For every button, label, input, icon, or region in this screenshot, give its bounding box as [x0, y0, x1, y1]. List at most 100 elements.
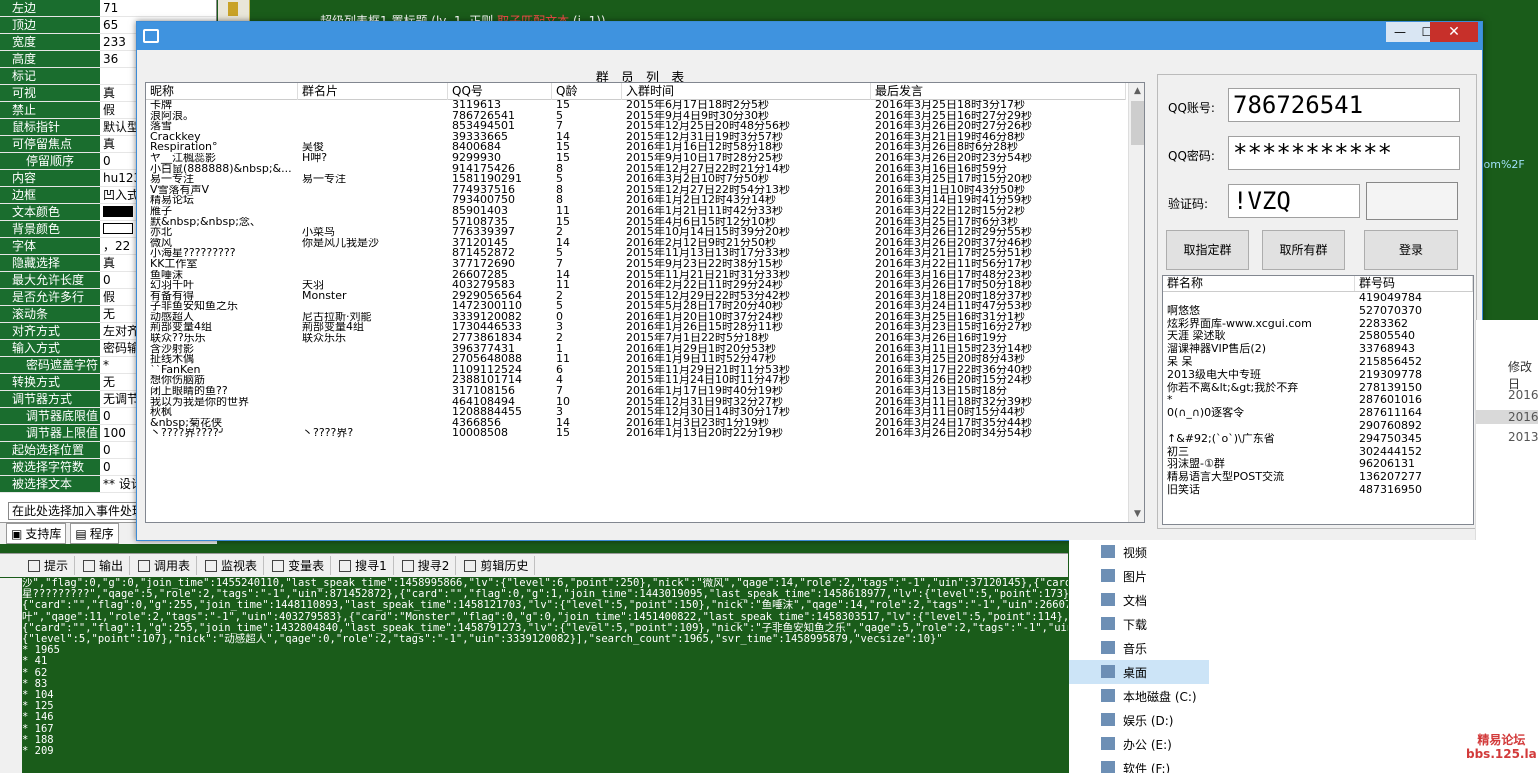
table-row[interactable]: 我以为我是你的世界 464108494 10 2015年12月31日9时32分27秒 2… — [146, 397, 1126, 408]
bottom-tab[interactable]: 剪辑历史 — [458, 556, 536, 575]
explorer-item[interactable]: 音乐 — [1069, 636, 1209, 660]
bottom-tab[interactable]: 调用表 — [132, 556, 198, 575]
explorer-item[interactable]: 图片 — [1069, 564, 1209, 588]
table-row[interactable]: 动感超人 尼古拉斯·刘能 3339120082 0 2016年1月20日10时37分24… — [146, 312, 1126, 323]
list-item[interactable]: 0(∩_∩)0逐客令 287611164 — [1163, 407, 1473, 420]
table-row[interactable]: ヤ__江楓蕊影 Η呷? 9299930 15 2015年9月10日17时28分25秒 20… — [146, 153, 1126, 164]
table-row[interactable]: 卡牌 3119613 15 2015年6月17日18时2分5秒 2016年3月25日18… — [146, 100, 1126, 111]
output-panel[interactable]: 沙","flag":0,"g":0,"join_time":1455240110… — [22, 578, 1068, 773]
table-row[interactable]: 精易论坛 793400750 8 2016年1月2日12时43分14秒 2016年3月1… — [146, 195, 1126, 206]
list-item[interactable]: * 287601016 — [1163, 394, 1473, 407]
table-row[interactable]: ``FanKen 1109112524 6 2015年11月29日21时11分53秒 2… — [146, 365, 1126, 376]
property-row[interactable]: 左边 71 — [0, 0, 216, 17]
modified-date-header[interactable]: 修改日 — [1508, 358, 1538, 392]
list-item[interactable]: 2013级电大中专班 219309778 — [1163, 368, 1473, 382]
bottom-tab[interactable]: 提示 — [22, 556, 76, 575]
column-header[interactable]: Q龄 — [552, 83, 622, 100]
login-button[interactable]: 登录 — [1364, 230, 1458, 270]
table-row[interactable]: 易一专注 易一专注 1581190291 5 2016年3月2日10时7分50秒 2016… — [146, 174, 1126, 185]
verify-code-image[interactable] — [1366, 182, 1458, 220]
column-header[interactable]: QQ号 — [448, 83, 552, 100]
qq-password-input[interactable]: *********** — [1228, 136, 1460, 170]
tab-program[interactable]: ▤ 程序 — [70, 523, 119, 544]
table-row[interactable]: 子非鱼安知鱼之乐 1472300110 5 2015年5月28日17时20分40秒 20… — [146, 301, 1126, 312]
explorer-item[interactable]: 文档 — [1069, 588, 1209, 612]
explorer-item-label: 桌面 — [1123, 665, 1148, 680]
list-item[interactable]: 羽沫盟-①群 96206131 — [1163, 458, 1473, 471]
list-item[interactable]: 溜课神器VIP售后(2) 33768943 — [1163, 343, 1473, 356]
table-row[interactable]: 含沙射影 396377431 1 2016年1月29日1时20分53秒 2016年3月1… — [146, 344, 1126, 355]
explorer-item[interactable]: 本地磁盘 (C:) — [1069, 684, 1209, 708]
list-item[interactable]: 啊悠悠 527070370 — [1163, 304, 1473, 318]
table-row[interactable]: 闭上眼睛的鱼?? 317108156 7 2016年1月17日19时40分19秒 201… — [146, 386, 1126, 397]
table-row[interactable]: 联众??乐乐 联众乐乐 2773861834 2 2015年7月1日22时5分18秒 20… — [146, 333, 1126, 344]
table-row[interactable]: Crackkey 39333665 14 2015年12月31日19时3分57秒 201… — [146, 132, 1126, 143]
group-list[interactable]: 群名称 群号码 419049784 啊悠悠 527070370 炫彩界面库-www.x… — [1162, 275, 1474, 525]
table-row[interactable]: &nbsp;菊花侠 4366856 14 2016年1月3日23时1分19秒 2016年… — [146, 418, 1126, 429]
table-row[interactable]: 荊部变量4组 荊部变量4组 1730446533 3 2016年1月26日15时28分1… — [146, 322, 1126, 333]
scroll-thumb[interactable] — [1131, 101, 1144, 145]
table-row[interactable]: 默&nbsp;&nbsp;念、 57108735 15 2015年4月6日15时12分… — [146, 217, 1126, 228]
tab-support-library[interactable]: ▣ 支持库 — [6, 523, 67, 544]
qq-account-input[interactable]: 786726541 — [1228, 88, 1460, 122]
table-row[interactable]: 微风 你是风儿我是沙 37120145 14 2016年2月12日9时21分50秒 201… — [146, 238, 1126, 249]
table-row[interactable]: 幻羽千叶 天羽 403279583 11 2016年2月22日11时29分24秒 2016… — [146, 280, 1126, 291]
bottom-tab[interactable]: 搜寻2 — [396, 556, 457, 575]
bottom-tab[interactable]: 搜寻1 — [333, 556, 394, 575]
color-swatch — [103, 206, 133, 217]
list-item[interactable]: 呆 呆 215856452 — [1163, 356, 1473, 369]
member-list-scrollbar[interactable]: ▲ ▼ — [1128, 83, 1144, 522]
scroll-down-icon[interactable]: ▼ — [1129, 506, 1144, 522]
table-row[interactable]: 亦北 小菜鸟 776339397 2 2015年10月14日15时39分20秒 2016年… — [146, 227, 1126, 238]
explorer-item[interactable]: 办公 (E:) — [1069, 732, 1209, 756]
table-row[interactable]: 有备有得 Monster 2929056564 2 2015年12月29日22时53分4… — [146, 291, 1126, 302]
list-item[interactable]: 初三 302444152 — [1163, 445, 1473, 459]
bottom-tab[interactable]: 监视表 — [199, 556, 265, 575]
list-item[interactable]: 炫彩界面库-www.xcgui.com 2283362 — [1163, 317, 1473, 331]
title-bar[interactable]: — ☐ ✕ — [137, 22, 1482, 50]
table-row[interactable]: 鱼唾沫 26607285 14 2015年11月21日21时31分33秒 2016年3月… — [146, 270, 1126, 281]
scroll-up-icon[interactable]: ▲ — [1129, 83, 1144, 100]
list-item[interactable]: 天涯 梁述耿 25805540 — [1163, 330, 1473, 343]
get-all-groups-button[interactable]: 取所有群 — [1262, 230, 1345, 270]
table-row[interactable]: V雪落有声V 774937516 8 2015年12月27日22时54分13秒 2016… — [146, 185, 1126, 196]
column-header[interactable]: 昵称 — [146, 83, 298, 100]
group-number-header[interactable]: 群号码 — [1355, 276, 1473, 291]
property-value[interactable]: 71 — [100, 0, 216, 16]
table-row[interactable]: KK工作室 377172690 7 2015年9月23日22时38分15秒 2016年3… — [146, 259, 1126, 270]
explorer-item[interactable]: 视频 — [1069, 540, 1209, 564]
minimize-button[interactable]: — — [1386, 22, 1414, 42]
bottom-tab[interactable]: 输出 — [77, 556, 131, 575]
column-header[interactable]: 最后发言 — [871, 83, 1126, 100]
explorer-item[interactable]: 桌面 — [1069, 660, 1209, 684]
table-row[interactable]: 秋枫 1208884455 3 2015年12月30日14时30分17秒 2016年3月… — [146, 407, 1126, 418]
explorer-item[interactable]: 娱乐 (D:) — [1069, 708, 1209, 732]
get-selected-group-button[interactable]: 取指定群 — [1166, 230, 1249, 270]
table-row[interactable]: 丶????界????╯ 丶????界? 10008508 15 2016年1月13日20… — [146, 428, 1126, 439]
close-button[interactable]: ✕ — [1430, 22, 1478, 42]
list-item[interactable]: 精易语言大型POST交流 136207277 — [1163, 471, 1473, 484]
table-cell: 0 — [556, 311, 563, 323]
list-item[interactable]: ↑&#92;(`o`)\广东省 294750345 — [1163, 432, 1473, 446]
list-item[interactable]: 290760892 — [1163, 420, 1473, 433]
table-row[interactable]: 小白鼠(888888)&nbsp;&... 914175426 8 2015年12月2… — [146, 164, 1126, 175]
verify-code-input[interactable]: !VZQ — [1228, 184, 1360, 218]
list-item[interactable]: 419049784 — [1163, 292, 1473, 305]
table-row[interactable]: 落雪 853494501 7 2015年12月25日20时48分56秒 2016年3月2… — [146, 121, 1126, 132]
column-header[interactable]: 群名片 — [298, 83, 448, 100]
group-name-header[interactable]: 群名称 — [1163, 276, 1355, 291]
member-list[interactable]: 昵称 群名片 QQ号 Q龄 入群时间 最后发言 卡牌 3119613 15 2015年6月17日… — [145, 82, 1145, 523]
table-row[interactable]: Respiration° 吴俊 8400684 15 2016年1月16日12时58分1… — [146, 142, 1126, 153]
list-item[interactable]: 旧笑话 487316950 — [1163, 484, 1473, 497]
table-row[interactable]: 想你伤脑筋 2388101714 4 2015年11月24日10时11分47秒 2016… — [146, 375, 1126, 386]
table-cell: 1109112524 — [452, 364, 522, 376]
explorer-item[interactable]: 软件 (F:) — [1069, 756, 1209, 773]
table-row[interactable]: 浪阿浪。 786726541 5 2015年9月4日9时30分30秒 2016年3月25… — [146, 111, 1126, 122]
table-row[interactable]: 小海星????????? 871452872 5 2015年11月13日13时17分3… — [146, 248, 1126, 259]
bottom-tab[interactable]: 变量表 — [266, 556, 332, 575]
list-item[interactable]: 你若不离&lt;&gt;我於不弃 278139150 — [1163, 381, 1473, 395]
table-row[interactable]: 扯线木偶 2705648088 11 2016年1月9日11时52分47秒 2016年3… — [146, 354, 1126, 365]
table-row[interactable]: 雁子 85901403 11 2016年1月21日11时42分33秒 2016年3月22… — [146, 206, 1126, 217]
explorer-item[interactable]: 下载 — [1069, 612, 1209, 636]
column-header[interactable]: 入群时间 — [622, 83, 871, 100]
